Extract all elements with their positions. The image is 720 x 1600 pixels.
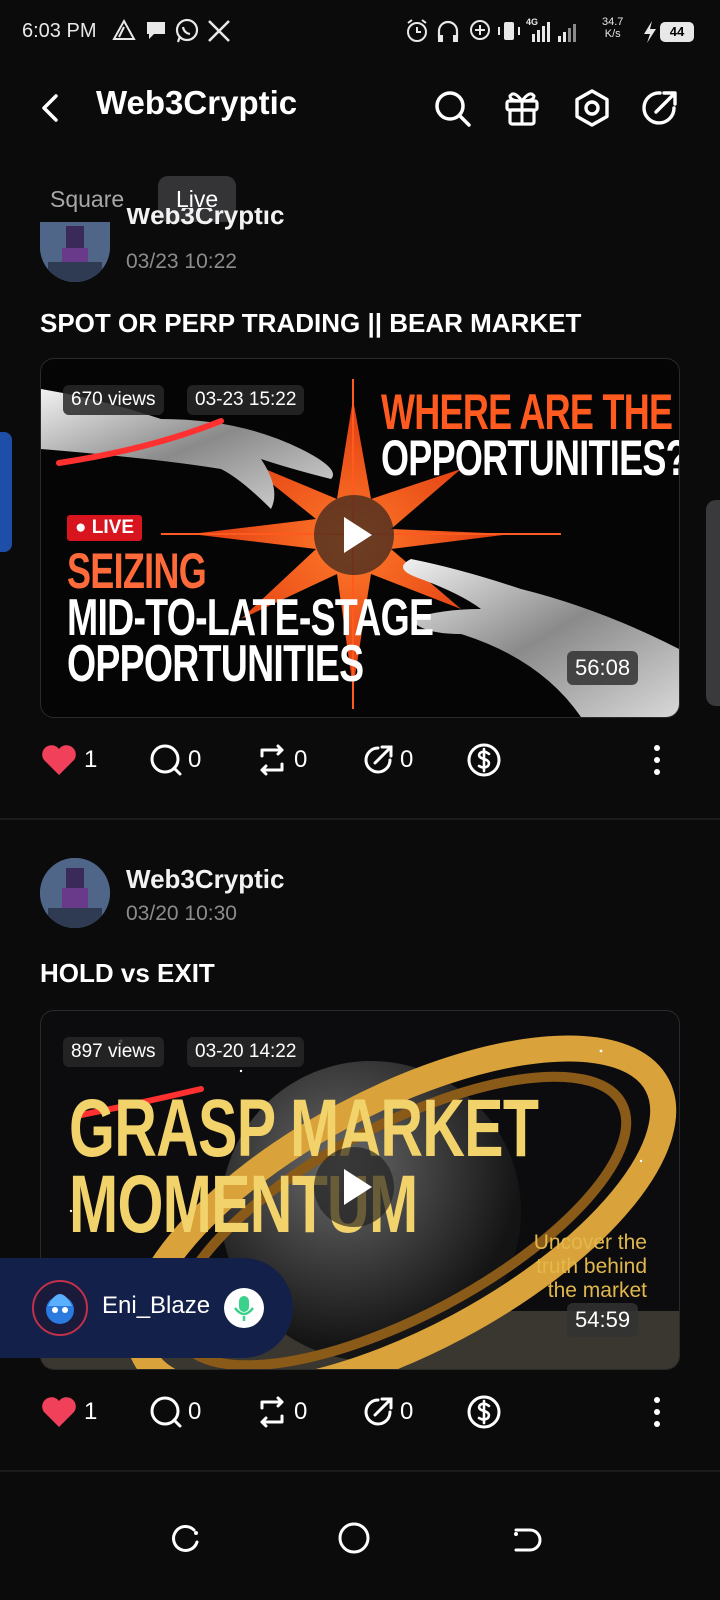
post-timestamp: 03/23 10:22 [126, 250, 237, 273]
post-title[interactable]: HOLD vs EXIT [40, 958, 215, 989]
signal-strength-icon: 4G [526, 17, 576, 42]
comment-icon[interactable] [148, 742, 184, 778]
thumbnail-tagline: Uncover the truth behind the market [471, 1231, 647, 1303]
network-speed-unit: K/s [604, 28, 621, 40]
play-button[interactable] [314, 495, 394, 575]
thumbnail-caption-3: OPPORTUNITIES [67, 635, 364, 693]
recent-apps-icon[interactable] [168, 1522, 202, 1556]
share-icon[interactable] [638, 86, 682, 130]
alarm-icon [407, 19, 427, 42]
video-thumbnail[interactable]: 670 views 03-23 15:22 WHERE ARE THE OPPO… [40, 358, 680, 718]
network-speed: 34.7 K/s [602, 16, 623, 40]
headphones-icon [437, 20, 459, 42]
like-heart-icon[interactable] [40, 1394, 78, 1430]
chat-bubble-icon [147, 22, 165, 39]
thumbnail-tagline-3: the market [547, 1279, 647, 1302]
live-room-avatar [32, 1280, 88, 1336]
share-post-icon[interactable] [360, 1394, 396, 1430]
home-icon[interactable] [336, 1520, 372, 1556]
thumbnail-headline-1: WHERE ARE THE [381, 384, 673, 440]
post-card: Web3Cryptic 03/23 10:22 SPOT OR PERP TRA… [0, 208, 720, 822]
left-edge-handle[interactable] [0, 432, 12, 552]
tip-dollar-icon[interactable] [464, 740, 504, 780]
thumbnail-tagline-2: truth behind [536, 1255, 647, 1278]
post-card: Web3Cryptic 03/20 10:30 HOLD vs EXIT 897… [0, 858, 720, 1458]
more-options-icon[interactable] [650, 1394, 664, 1430]
tip-dollar-icon[interactable] [464, 1392, 504, 1432]
vibrate-icon [498, 22, 520, 40]
post-author[interactable]: Web3Cryptic [126, 864, 284, 895]
floating-live-room[interactable]: Eni_Blaze [0, 1258, 293, 1358]
microphone-icon [234, 1296, 254, 1321]
post-divider [0, 818, 720, 820]
repost-count: 0 [294, 746, 308, 773]
comment-count: 0 [188, 746, 202, 773]
gift-icon[interactable] [500, 86, 544, 130]
comment-icon[interactable] [148, 1394, 184, 1430]
thumbnail-headline-2: OPPORTUNITIES? [381, 430, 680, 486]
back-arrow-icon[interactable] [28, 86, 72, 130]
settings-icon[interactable] [570, 86, 614, 130]
comment-count: 0 [188, 1398, 202, 1425]
system-nav-bar [0, 1484, 720, 1600]
post-timestamp: 03/20 10:30 [126, 902, 237, 925]
video-views: 897 views [63, 1037, 164, 1067]
play-icon [344, 517, 372, 553]
search-icon[interactable] [430, 86, 474, 130]
avatar[interactable] [40, 222, 110, 282]
repost-icon[interactable] [254, 742, 290, 778]
live-badge: ● LIVE [67, 515, 142, 541]
like-count: 1 [84, 746, 98, 773]
charging-bolt-icon [644, 21, 656, 43]
repost-icon[interactable] [254, 1394, 290, 1430]
live-badge-label: LIVE [91, 517, 134, 538]
thumbnail-caption-1: SEIZING [67, 543, 207, 599]
thumbnail-headline-1: GRASP MARKET [69, 1083, 539, 1174]
share-count: 0 [400, 1398, 414, 1425]
post-title[interactable]: SPOT OR PERP TRADING || BEAR MARKET [40, 308, 581, 339]
video-views: 670 views [63, 385, 164, 415]
back-nav-icon[interactable] [508, 1522, 542, 1556]
whatsapp-icon [175, 18, 199, 43]
like-count: 1 [84, 1398, 98, 1425]
status-bar: 6:03 PM 4G 34.7 K/s 44 [0, 0, 720, 64]
like-heart-icon[interactable] [40, 742, 78, 778]
video-date: 03-23 15:22 [187, 385, 305, 415]
svg-text:4G: 4G [526, 17, 538, 27]
thumbnail-tagline-1: Uncover the [533, 1231, 647, 1254]
battery-indicator: 44 [660, 22, 694, 42]
mic-button[interactable] [224, 1288, 264, 1328]
page-title: Web3Cryptic [96, 84, 298, 121]
status-time: 6:03 PM [22, 20, 97, 42]
x-twitter-icon [208, 20, 230, 42]
network-speed-value: 34.7 [602, 16, 624, 28]
live-room-user: Eni_Blaze [102, 1292, 211, 1319]
post-author[interactable]: Web3Cryptic [126, 208, 284, 230]
data-saver-icon [470, 20, 490, 40]
play-button[interactable] [314, 1147, 394, 1227]
video-duration: 54:59 [567, 1303, 639, 1337]
arrow-notification-icon [112, 18, 136, 40]
more-options-icon[interactable] [650, 742, 664, 778]
share-count: 0 [400, 746, 414, 773]
avatar[interactable] [40, 858, 110, 928]
video-date: 03-20 14:22 [187, 1037, 305, 1067]
video-duration: 56:08 [567, 651, 639, 685]
post-divider [0, 1470, 720, 1472]
right-edge-panel-handle[interactable] [706, 500, 720, 706]
repost-count: 0 [294, 1398, 308, 1425]
share-post-icon[interactable] [360, 742, 396, 778]
play-icon [344, 1169, 372, 1205]
